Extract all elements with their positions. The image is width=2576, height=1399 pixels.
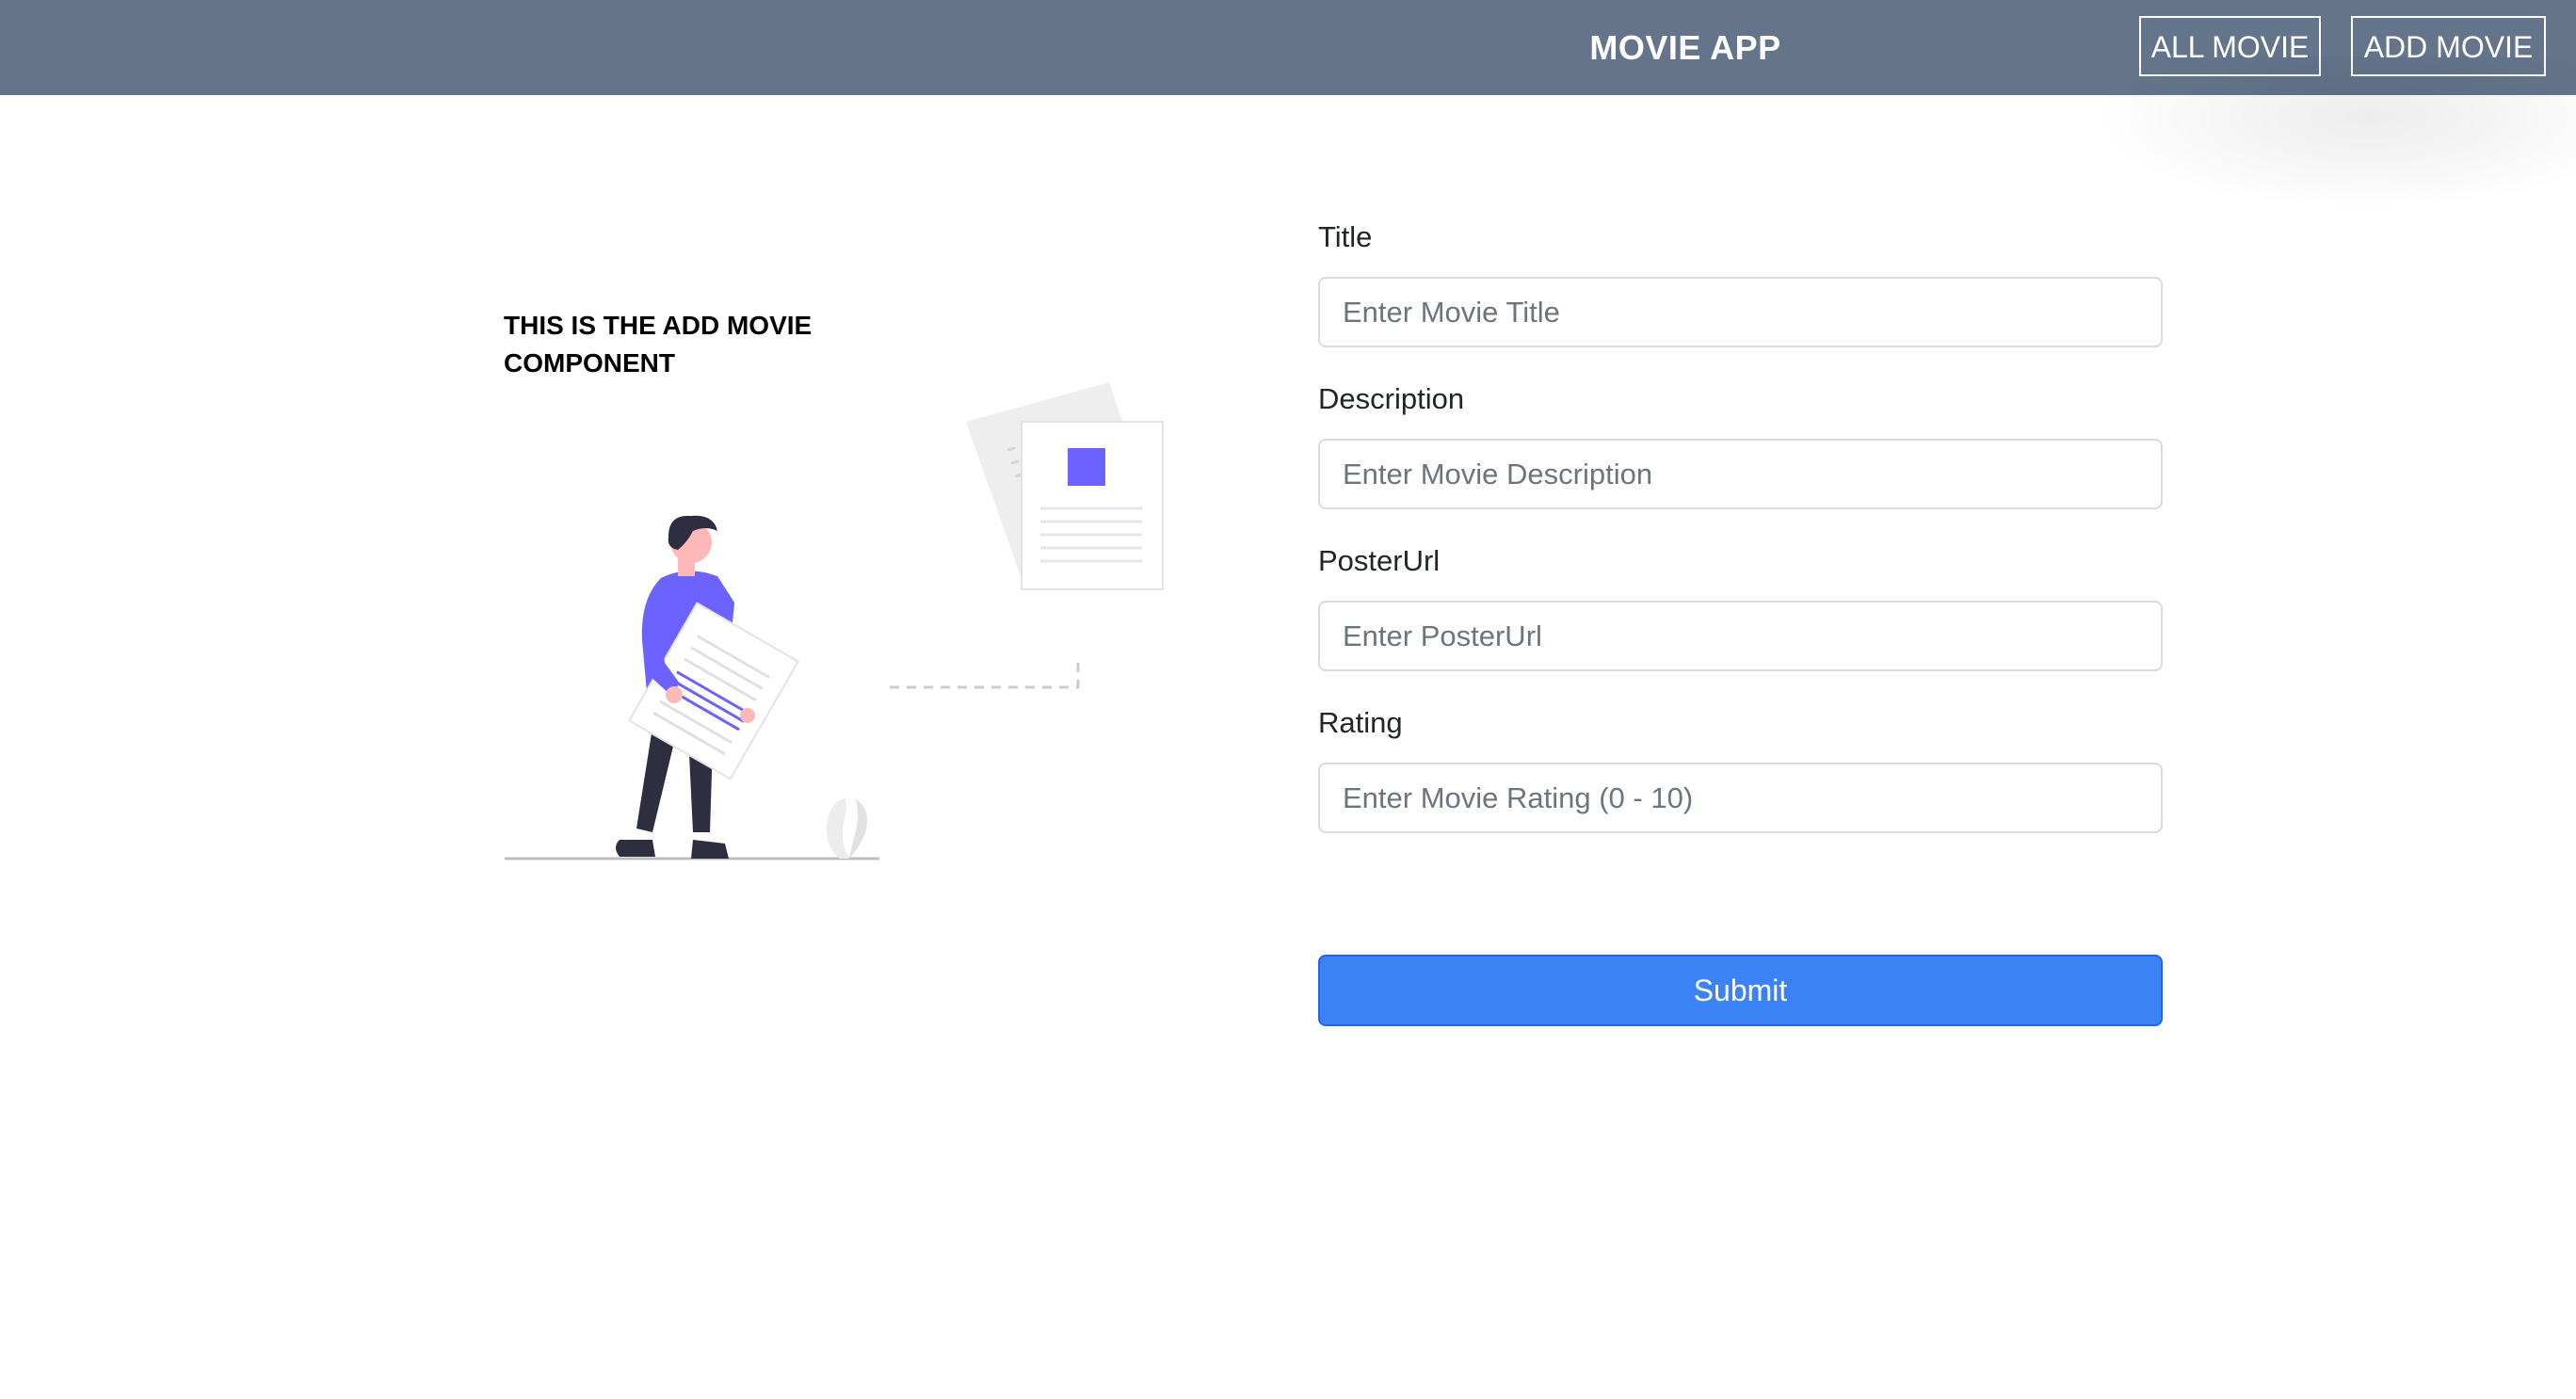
app-title: MOVIE APP — [1589, 28, 1781, 67]
person-carrying-document-illustration — [499, 377, 1177, 866]
component-heading: THIS IS THE ADD MOVIE COMPONENT — [504, 311, 813, 378]
person-icon — [616, 515, 800, 859]
dashed-connector — [890, 657, 1080, 689]
navbar: MOVIE APP ALL MOVIE ADD MOVIE — [0, 0, 2576, 95]
description-label: Description — [1318, 382, 1465, 415]
poster-url-input[interactable] — [1318, 601, 2163, 671]
all-movie-button[interactable]: ALL MOVIE — [2139, 16, 2321, 76]
title-input[interactable] — [1318, 277, 2163, 347]
plant-icon — [826, 798, 868, 859]
add-movie-button[interactable]: ADD MOVIE — [2351, 16, 2546, 76]
description-input[interactable] — [1318, 439, 2163, 509]
document-icon — [1021, 421, 1164, 590]
rating-input[interactable] — [1318, 763, 2163, 833]
submit-button[interactable]: Submit — [1318, 955, 2163, 1026]
rating-label: Rating — [1318, 706, 1403, 739]
poster-url-label: PosterUrl — [1318, 544, 1441, 577]
title-label: Title — [1318, 220, 1373, 253]
add-movie-page: MOVIE APP ALL MOVIE ADD MOVIE THIS IS TH… — [0, 0, 2576, 1399]
